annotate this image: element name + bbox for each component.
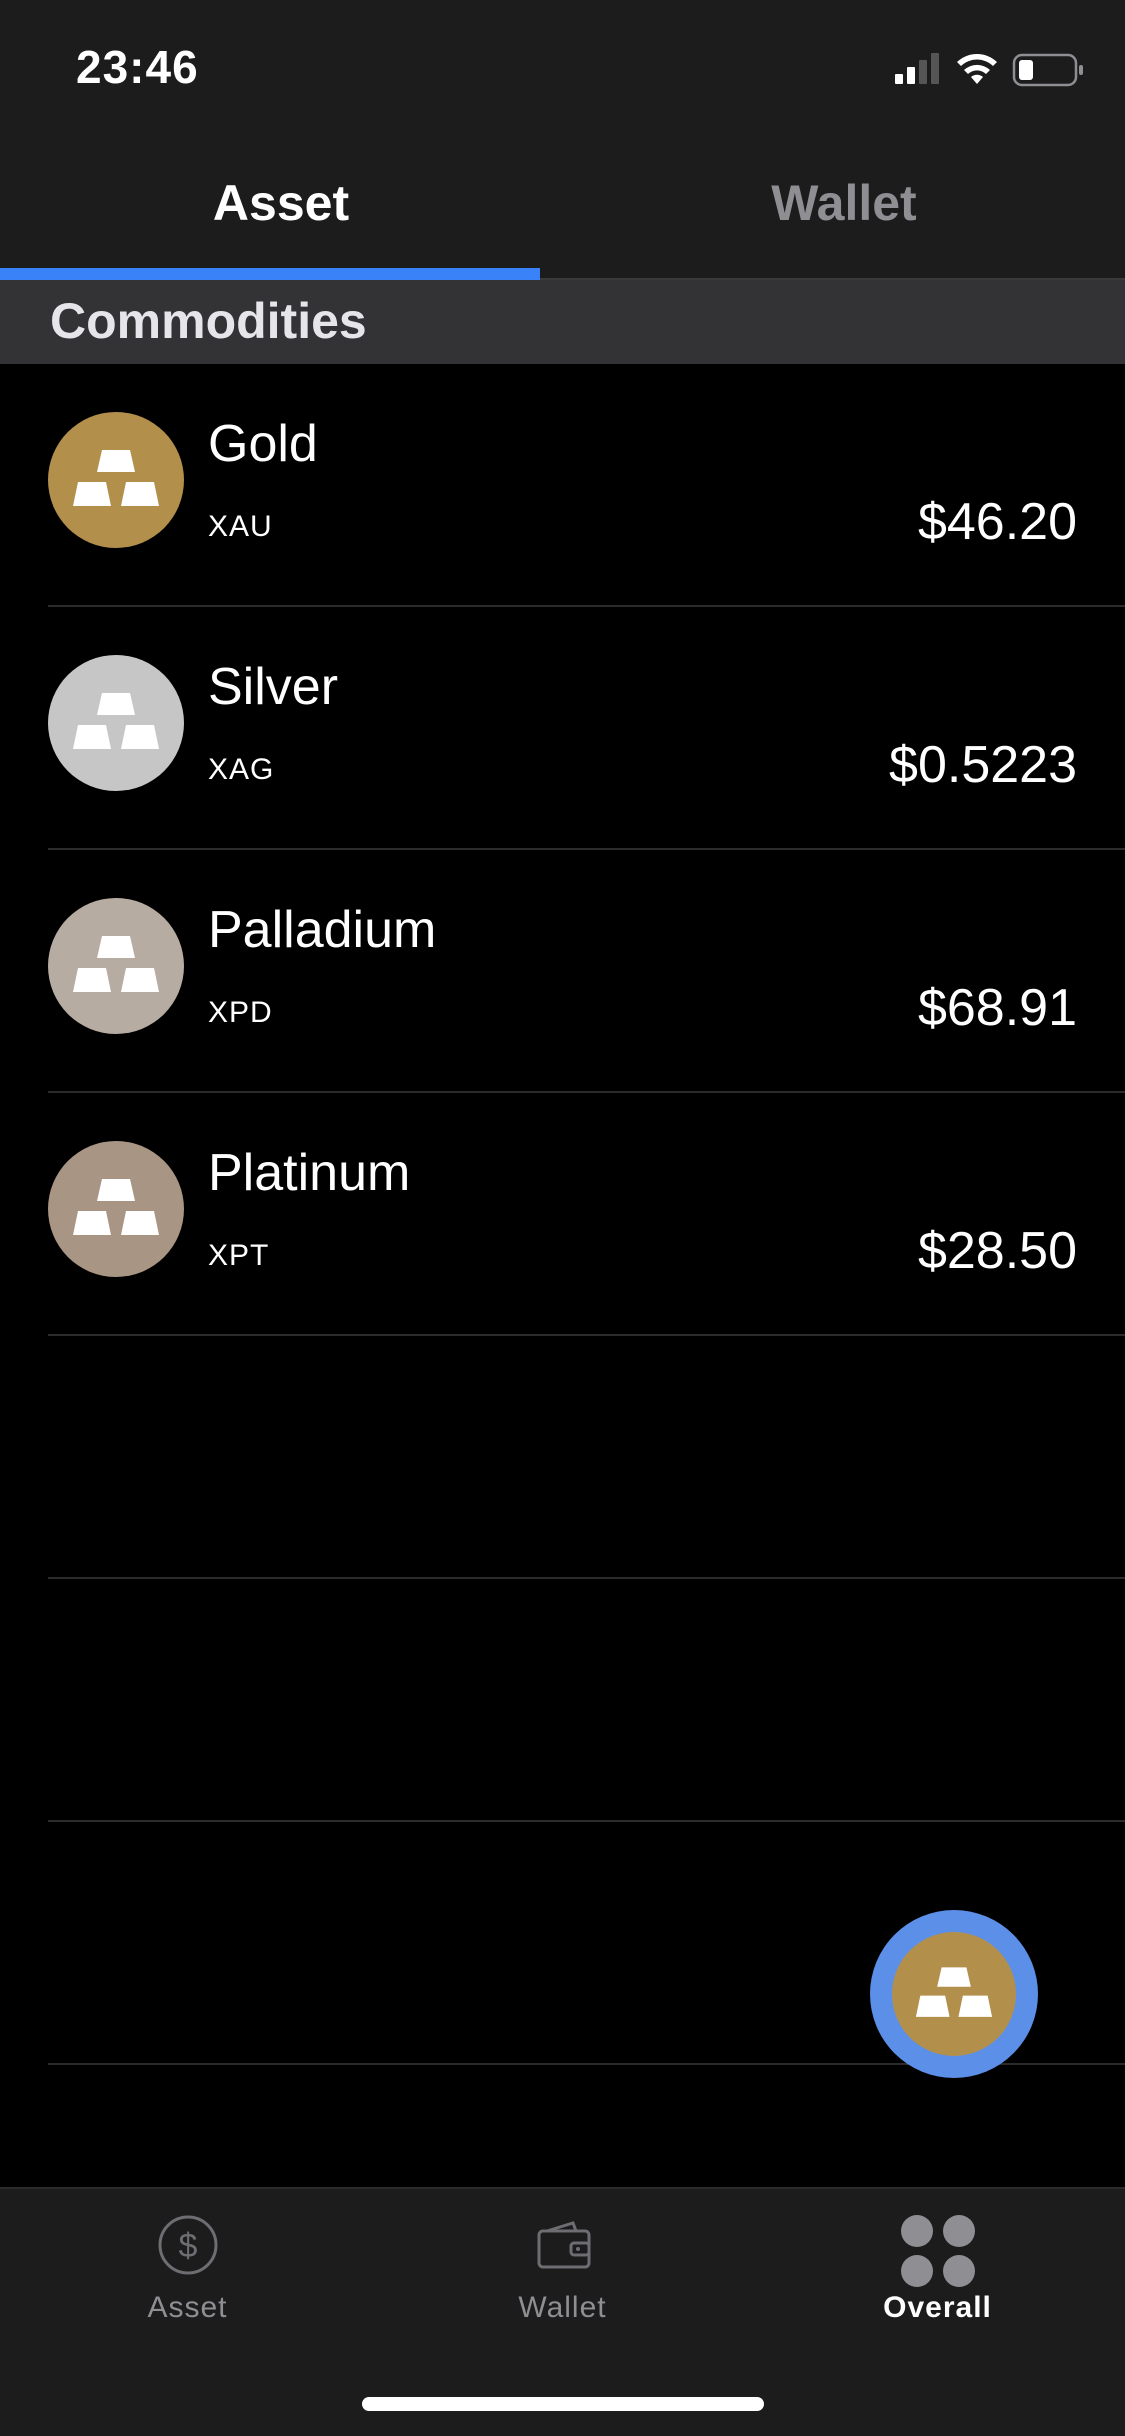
top-tab-bar: Asset Wallet [0,135,1125,280]
platinum-bars-icon [48,1141,184,1277]
asset-symbol: XAU [208,510,273,543]
asset-symbol: XAG [208,753,275,786]
wifi-icon [957,54,997,84]
asset-price: $0.5223 [889,736,1077,794]
bottom-tab-wallet[interactable]: Wallet [375,2189,750,2339]
silver-bars-icon [48,655,184,791]
asset-row-platinum[interactable]: Platinum XPT $28.50 [0,1093,1125,1336]
bottom-tab-label: Wallet [518,2291,607,2324]
svg-text:$: $ [178,2227,197,2265]
empty-row [0,1579,1125,1822]
battery-icon [1012,53,1083,87]
asset-row-palladium[interactable]: Palladium XPD $68.91 [0,850,1125,1093]
status-bar: 23:46 [0,0,1125,135]
empty-row [0,1336,1125,1579]
floating-action-button[interactable] [870,1910,1038,2078]
section-header: Commodities [0,280,1125,364]
palladium-bars-icon [48,898,184,1034]
status-time: 23:46 [76,41,199,93]
asset-symbol: XPD [208,996,273,1029]
asset-price: $28.50 [917,1222,1077,1280]
tab-wallet[interactable]: Wallet [563,135,1125,280]
grid-dots-icon [898,2213,978,2294]
asset-name: Palladium [208,901,437,959]
dollar-circle-icon: $ [156,2213,220,2282]
bottom-tab-label: Asset [147,2291,228,2324]
fab-gold-bars-icon [892,1932,1016,2056]
status-icons [895,50,1085,90]
bottom-tab-asset[interactable]: $ Asset [0,2189,375,2339]
asset-row-silver[interactable]: Silver XAG $0.5223 [0,607,1125,850]
asset-price: $68.91 [917,979,1077,1037]
gold-bars-icon [48,412,184,548]
active-tab-indicator [0,268,540,280]
cellular-signal-icon [895,53,939,84]
asset-price: $46.20 [917,493,1077,551]
tab-asset[interactable]: Asset [0,135,562,280]
asset-name: Platinum [208,1144,411,1202]
wallet-icon [531,2213,595,2282]
asset-row-gold[interactable]: Gold XAU $46.20 [0,364,1125,607]
bottom-tab-label: Overall [883,2291,992,2324]
asset-name: Silver [208,658,339,716]
home-indicator[interactable] [362,2397,764,2411]
section-title: Commodities [50,293,367,349]
asset-symbol: XPT [208,1239,270,1272]
asset-name: Gold [208,415,318,473]
bottom-tab-overall[interactable]: Overall [750,2189,1125,2339]
